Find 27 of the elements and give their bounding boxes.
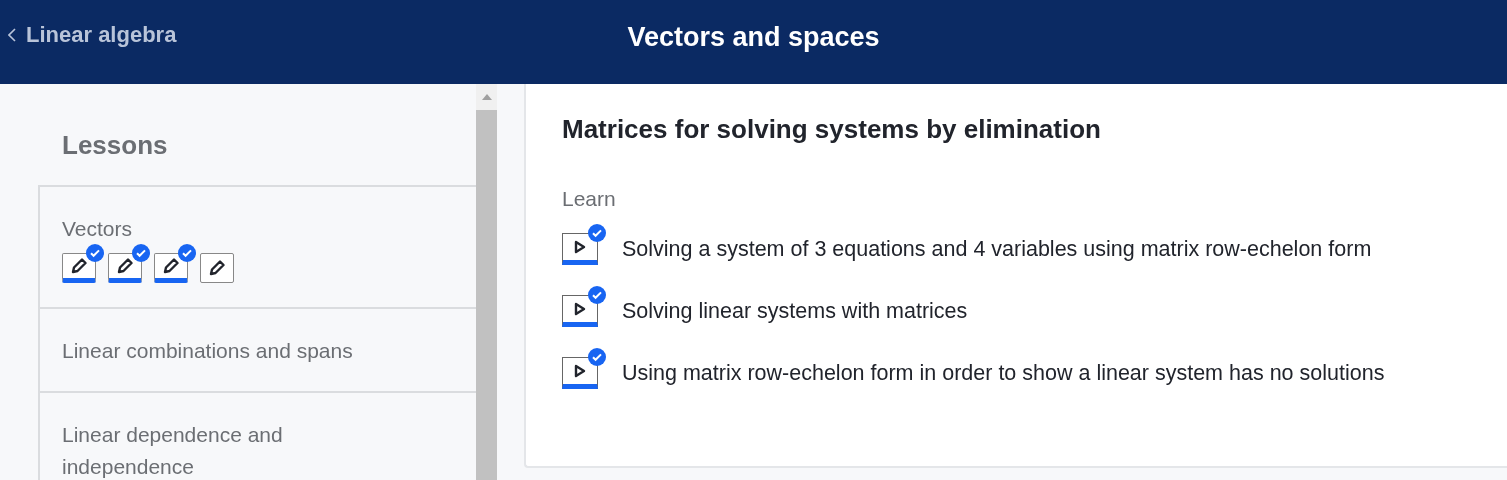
lesson-title[interactable]: Vectors bbox=[62, 213, 362, 245]
unit-title: Matrices for solving systems by elimination bbox=[562, 114, 1102, 145]
video-title[interactable]: Solving linear systems with matrices bbox=[622, 298, 968, 324]
page-title: Vectors and spaces bbox=[627, 21, 880, 53]
skill-button[interactable] bbox=[200, 253, 234, 283]
video-link[interactable]: Using matrix row-echelon form in order to show a linear system has no solutions bbox=[562, 347, 1507, 389]
video-link[interactable]: Solving linear systems with matrices bbox=[562, 285, 1507, 327]
video-title[interactable]: Solving a system of 3 equations and 4 variables using matrix row-echelon form bbox=[622, 236, 1372, 262]
sidebar-heading: Lessons bbox=[61, 129, 169, 162]
play-icon bbox=[574, 240, 586, 254]
section-label: Learn bbox=[562, 187, 617, 211]
skill-button[interactable] bbox=[108, 253, 142, 283]
pencil-icon bbox=[209, 260, 225, 276]
play-icon bbox=[574, 302, 586, 316]
lesson-title[interactable]: Linear combinations and spans bbox=[62, 335, 362, 367]
skill-button[interactable] bbox=[62, 253, 96, 283]
play-icon bbox=[574, 364, 586, 378]
lesson-title[interactable]: Linear dependence and independence bbox=[62, 419, 362, 480]
video-link[interactable]: Solving a system of 3 equations and 4 variables using matrix row-echelon form bbox=[562, 223, 1507, 265]
scrollbar[interactable] bbox=[476, 84, 497, 480]
skill-button[interactable] bbox=[154, 253, 188, 283]
pencil-icon bbox=[71, 258, 87, 274]
pencil-icon bbox=[117, 258, 133, 274]
chevron-left-icon bbox=[8, 28, 16, 42]
video-title[interactable]: Using matrix row-echelon form in order to show a linear system has no solutions bbox=[622, 360, 1385, 386]
pencil-icon bbox=[163, 258, 179, 274]
lesson-item[interactable]: Vectors bbox=[40, 185, 476, 307]
